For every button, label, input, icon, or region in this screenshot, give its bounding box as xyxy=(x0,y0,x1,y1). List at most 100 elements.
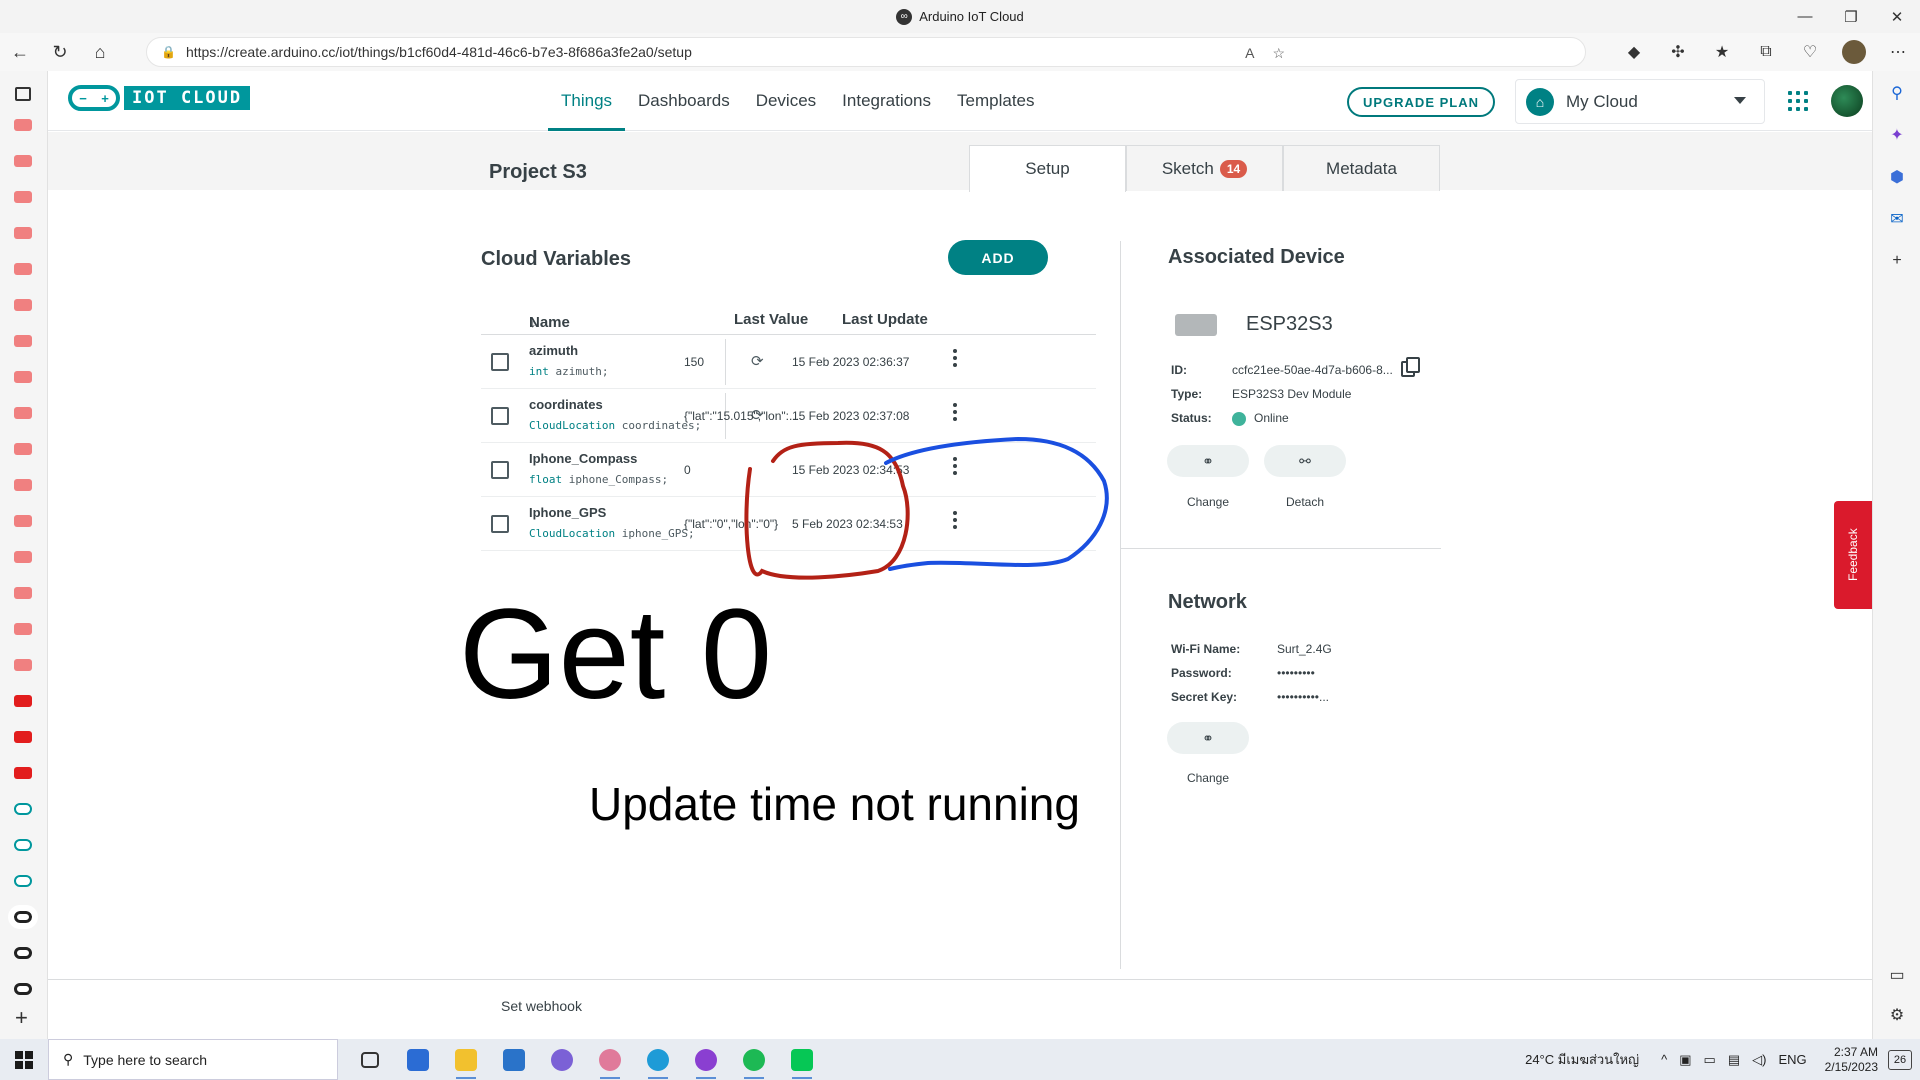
change-device-button[interactable]: ⚭ xyxy=(1167,445,1249,477)
back-icon[interactable]: ← xyxy=(0,33,40,71)
more-options-icon[interactable] xyxy=(953,457,959,475)
language-indicator[interactable]: ENG xyxy=(1778,1052,1806,1067)
spotify-icon[interactable] xyxy=(730,1039,778,1080)
taskbar-search-input[interactable]: ⚲ Type here to search xyxy=(48,1039,338,1080)
office-icon[interactable]: ⬢ xyxy=(1885,165,1909,189)
avatar[interactable] xyxy=(1831,85,1863,117)
tab-youtube-icon[interactable] xyxy=(14,299,32,311)
more-options-icon[interactable] xyxy=(953,403,959,421)
weather-widget[interactable]: 24°C มีเมฆส่วนใหญ่ xyxy=(1525,1049,1639,1070)
set-webhook-link[interactable]: Set webhook xyxy=(501,998,582,1014)
extension-icon[interactable]: ◆ xyxy=(1612,42,1656,62)
nav-templates[interactable]: Templates xyxy=(944,71,1047,131)
sidebar-layout-icon[interactable]: ▭ xyxy=(1885,963,1909,987)
tab-youtube-icon[interactable] xyxy=(14,227,32,239)
tab-arduino-active-icon[interactable] xyxy=(8,905,38,929)
notifications-icon[interactable]: 26 xyxy=(1888,1049,1912,1070)
tab-youtube-icon[interactable] xyxy=(14,335,32,347)
chevron-up-icon[interactable]: ^ xyxy=(1661,1052,1667,1067)
tab-youtube-icon[interactable] xyxy=(14,263,32,275)
outlook-icon[interactable]: ✉ xyxy=(1885,207,1909,231)
tab-arduino-icon[interactable] xyxy=(14,983,32,995)
minimize-icon[interactable]: — xyxy=(1782,0,1828,33)
copilot-icon[interactable] xyxy=(538,1039,586,1080)
lock-icon[interactable]: 🔒 xyxy=(161,45,176,59)
battery-icon[interactable]: ▭ xyxy=(1704,1052,1716,1068)
tab-youtube-icon[interactable] xyxy=(14,731,32,743)
more-options-icon[interactable] xyxy=(953,349,959,367)
favorite-add-icon[interactable]: ☆ xyxy=(1272,45,1285,62)
table-row[interactable]: Iphone_GPS CloudLocation iphone_GPS; {"l… xyxy=(481,497,1096,551)
add-sidebar-app-icon[interactable]: + xyxy=(1885,249,1909,273)
row-checkbox[interactable] xyxy=(491,515,509,533)
collections-icon[interactable]: ⧉ xyxy=(1744,43,1788,61)
table-row[interactable]: coordinates CloudLocation coordinates; ⟳… xyxy=(481,389,1096,443)
settings-gear-icon[interactable]: ⚙ xyxy=(1885,1003,1909,1027)
tab-youtube-icon[interactable] xyxy=(14,371,32,383)
more-menu-icon[interactable]: ⋯ xyxy=(1876,42,1920,62)
detach-device-button[interactable]: ⚯ xyxy=(1264,445,1346,477)
tab-youtube-icon[interactable] xyxy=(14,155,32,167)
edge-browser-icon[interactable] xyxy=(634,1039,682,1080)
tab-arduino-icon[interactable] xyxy=(14,947,32,959)
volume-icon[interactable]: ◁) xyxy=(1752,1052,1766,1068)
tab-youtube-icon[interactable] xyxy=(14,623,32,635)
copilot-icon[interactable]: ✦ xyxy=(1885,123,1909,147)
tab-arduino-icon[interactable] xyxy=(14,803,32,815)
store-icon[interactable] xyxy=(394,1039,442,1080)
tab-youtube-icon[interactable] xyxy=(14,767,32,779)
tab-sketch[interactable]: Sketch 14 xyxy=(1126,145,1283,191)
new-tab-icon[interactable]: + xyxy=(15,1005,28,1031)
mail-icon[interactable] xyxy=(490,1039,538,1080)
upgrade-plan-button[interactable]: UPGRADE PLAN xyxy=(1347,87,1495,117)
browser-essentials-icon[interactable]: ♡ xyxy=(1788,42,1832,62)
feedback-button[interactable]: Feedback xyxy=(1834,501,1872,609)
nav-devices[interactable]: Devices xyxy=(743,71,829,131)
app-icon[interactable] xyxy=(586,1039,634,1080)
clock[interactable]: 2:37 AM 2/15/2023 xyxy=(1825,1045,1878,1075)
close-icon[interactable]: ✕ xyxy=(1874,0,1920,33)
table-row[interactable]: azimuth int azimuth; ⟳ 150 15 Feb 2023 0… xyxy=(481,335,1096,389)
restore-icon[interactable]: ❐ xyxy=(1828,0,1874,33)
tab-youtube-icon[interactable] xyxy=(14,587,32,599)
file-explorer-icon[interactable] xyxy=(442,1039,490,1080)
tab-metadata[interactable]: Metadata xyxy=(1283,145,1440,191)
change-network-button[interactable]: ⚭ xyxy=(1167,722,1249,754)
nav-integrations[interactable]: Integrations xyxy=(829,71,944,131)
row-checkbox[interactable] xyxy=(491,353,509,371)
tab-youtube-icon[interactable] xyxy=(14,443,32,455)
tab-setup[interactable]: Setup xyxy=(969,145,1126,192)
nav-dashboards[interactable]: Dashboards xyxy=(625,71,743,131)
cloud-space-selector[interactable]: ⌂ My Cloud xyxy=(1515,79,1765,124)
row-checkbox[interactable] xyxy=(491,407,509,425)
nav-things[interactable]: Things xyxy=(548,71,626,131)
tab-youtube-icon[interactable] xyxy=(14,659,32,671)
tab-arduino-icon[interactable] xyxy=(14,875,32,887)
tab-youtube-icon[interactable] xyxy=(14,407,32,419)
tab-youtube-icon[interactable] xyxy=(14,515,32,527)
task-view-icon[interactable] xyxy=(346,1039,394,1080)
favorites-icon[interactable]: ★ xyxy=(1700,42,1744,62)
tab-actions-icon[interactable] xyxy=(15,87,31,101)
address-bar[interactable]: 🔒 https://create.arduino.cc/iot/things/b… xyxy=(146,37,1586,67)
tab-youtube-icon[interactable] xyxy=(14,695,32,707)
network-icon[interactable]: ▤ xyxy=(1728,1052,1740,1068)
more-options-icon[interactable] xyxy=(953,511,959,529)
line-icon[interactable] xyxy=(778,1039,826,1080)
reload-icon[interactable]: ↻ xyxy=(40,33,80,71)
search-icon[interactable]: ⚲ xyxy=(1885,81,1909,105)
tab-youtube-icon[interactable] xyxy=(14,191,32,203)
row-checkbox[interactable] xyxy=(491,461,509,479)
messenger-icon[interactable] xyxy=(682,1039,730,1080)
extensions-puzzle-icon[interactable]: ✣ xyxy=(1656,42,1700,62)
add-variable-button[interactable]: ADD xyxy=(948,240,1048,275)
home-icon[interactable]: ⌂ xyxy=(80,33,120,71)
read-aloud-icon[interactable]: A xyxy=(1245,45,1254,61)
profile-avatar[interactable] xyxy=(1842,40,1866,64)
tray-app-icon[interactable]: ▣ xyxy=(1679,1052,1691,1068)
iot-cloud-logo[interactable]: − + IOT CLOUD xyxy=(68,85,251,111)
tab-youtube-icon[interactable] xyxy=(14,119,32,131)
copy-icon[interactable] xyxy=(1401,357,1420,377)
tab-arduino-icon[interactable] xyxy=(14,839,32,851)
table-row[interactable]: Iphone_Compass float iphone_Compass; 0 1… xyxy=(481,443,1096,497)
